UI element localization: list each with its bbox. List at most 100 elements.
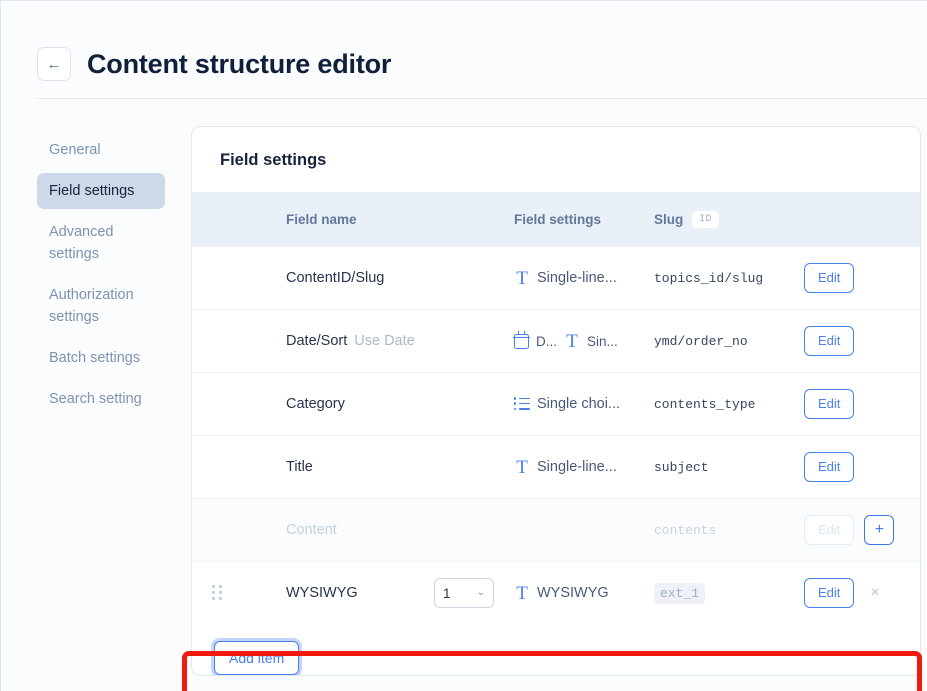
field-name-text: Date/Sort [286,333,348,349]
sidebar-item-authorization-settings[interactable]: Authorization settings [37,277,165,335]
field-name-subtext: Use Date [354,333,415,349]
table-row: Content contents Edit + [192,498,920,561]
edit-button: Edit [804,515,855,545]
slug-value: subject [654,460,709,475]
sidebar-item-search-setting[interactable]: Search setting [37,381,165,417]
field-settings-card-area: Field settings Field name Field settings… [182,99,927,691]
header-slug: Slug ID [654,210,804,228]
row-field-settings-cell: Single choi... [514,396,654,412]
slug-id-badge: ID [692,210,719,228]
row-slug-cell: ymd/order_no [654,333,804,349]
text-T-icon: T [516,582,528,604]
edit-button[interactable]: Edit [804,452,855,482]
field-order-select[interactable]: 1 ⌄ [434,578,494,608]
row-field-settings-cell: D... T Sin... [513,330,654,352]
field-type-label: D... [536,333,558,349]
sidebar-item-field-settings[interactable]: Field settings [37,173,165,210]
field-name-text: Content [286,522,337,538]
slug-value: topics_id/slug [654,271,764,286]
table-row: ContentID/Slug T Single-line... topics_id/s… [192,246,920,309]
field-type-label: Sin... [587,333,618,349]
sidebar-item-batch-settings[interactable]: Batch settings [37,340,165,376]
edit-button[interactable]: Edit [804,263,855,293]
sidebar-item-label: Batch settings [49,350,141,367]
row-actions-cell: Edit [804,452,920,482]
row-actions-cell: Edit + [804,515,920,545]
back-button[interactable]: ← [37,47,71,81]
field-type-label: Single-line... [537,270,617,286]
row-field-name-cell: Title [224,459,434,475]
calendar-icon [513,330,530,349]
list-icon [514,397,530,411]
remove-field-close-icon[interactable]: × [864,582,885,604]
header-field-name: Field name [286,211,357,227]
text-T-icon: T [516,456,528,478]
row-field-name-cell: Date/Sort Use Date [224,333,434,349]
card-title: Field settings [220,151,327,169]
field-order-select-value: 1 [443,585,451,601]
chevron-down-icon: ⌄ [476,587,485,598]
row-field-settings-cell: T Single-line... [514,269,654,288]
table-header-row: Field name Field settings Slug ID [192,192,920,246]
text-T-icon: T [516,267,528,289]
table-row: Title T Single-line... subject Edit [192,435,920,498]
page-title: Content structure editor [87,48,392,79]
table-body: ContentID/Slug T Single-line... topics_id/s… [192,246,920,624]
field-type-label: WYSIWYG [537,585,609,601]
sidebar-item-label: Authorization settings [49,287,134,326]
row-slug-cell: topics_id/slug [654,270,804,286]
row-field-name-cell: Category [224,396,434,412]
row-actions-cell: Edit [804,326,920,356]
row-order-cell: 1 ⌄ [434,578,514,608]
sidebar-item-label: Advanced settings [49,224,114,263]
table-row: Date/Sort Use Date D... T Sin... ymd/order_no… [192,309,920,372]
content-structure-editor-page: ← Content structure editor General Field … [0,0,927,691]
sidebar-item-label: Search setting [49,391,142,408]
edit-button[interactable]: Edit [804,389,855,419]
field-settings-card: Field settings Field name Field settings… [191,126,921,676]
sidebar-item-advanced-settings[interactable]: Advanced settings [37,214,165,272]
row-field-name-cell: ContentID/Slug [224,270,434,286]
row-slug-cell: subject [654,459,804,475]
slug-value: contents_type [654,397,756,412]
drag-handle-icon[interactable] [212,584,223,602]
settings-sidebar: General Field settings Advanced settings Au… [37,99,191,676]
sidebar-item-label: Field settings [49,183,135,200]
slug-value: contents [654,523,717,538]
row-slug-cell: contents_type [654,396,804,412]
add-item-row: Add item [192,624,920,675]
slug-value: ymd/order_no [654,334,748,349]
row-slug-cell: ext_1 [654,583,804,604]
sidebar-item-label: General [49,142,101,158]
table-row: WYSIWYG 1 ⌄ T WYSIWYG ext_1 Edit × [192,561,920,624]
row-field-settings-cell: T WYSIWYG [514,584,654,603]
slug-value: ext_1 [654,583,706,604]
row-field-name-cell: Content [224,522,434,538]
field-name-text: Category [286,396,345,412]
edit-button[interactable]: Edit [804,578,855,608]
row-field-settings-cell: T Single-line... [514,458,654,477]
row-slug-cell: contents [654,522,804,538]
page-header: ← Content structure editor [1,1,927,99]
add-item-button[interactable]: Add item [214,641,300,675]
field-settings-table: Field name Field settings Slug ID Conten… [192,192,920,624]
add-field-plus-button[interactable]: + [864,515,895,545]
field-name-text: WYSIWYG [286,585,358,601]
row-actions-cell: Edit × [804,578,920,608]
edit-button[interactable]: Edit [804,326,855,356]
row-actions-cell: Edit [804,263,920,293]
row-actions-cell: Edit [804,389,920,419]
field-name-text: ContentID/Slug [286,270,385,286]
row-field-name-cell: WYSIWYG [224,585,434,601]
text-T-icon: T [566,330,578,352]
field-name-text: Title [286,459,313,475]
header-slug-label: Slug [654,211,684,227]
row-handle-cell [192,584,224,602]
sidebar-item-general[interactable]: General [37,132,165,168]
table-row: Category Single choi... contents_type Edit [192,372,920,435]
header-field-settings: Field settings [514,211,602,227]
field-type-label: Single choi... [537,396,621,412]
field-type-label: Single-line... [537,459,617,475]
back-arrow-icon: ← [46,55,62,73]
page-body: General Field settings Advanced settings Au… [1,99,927,691]
